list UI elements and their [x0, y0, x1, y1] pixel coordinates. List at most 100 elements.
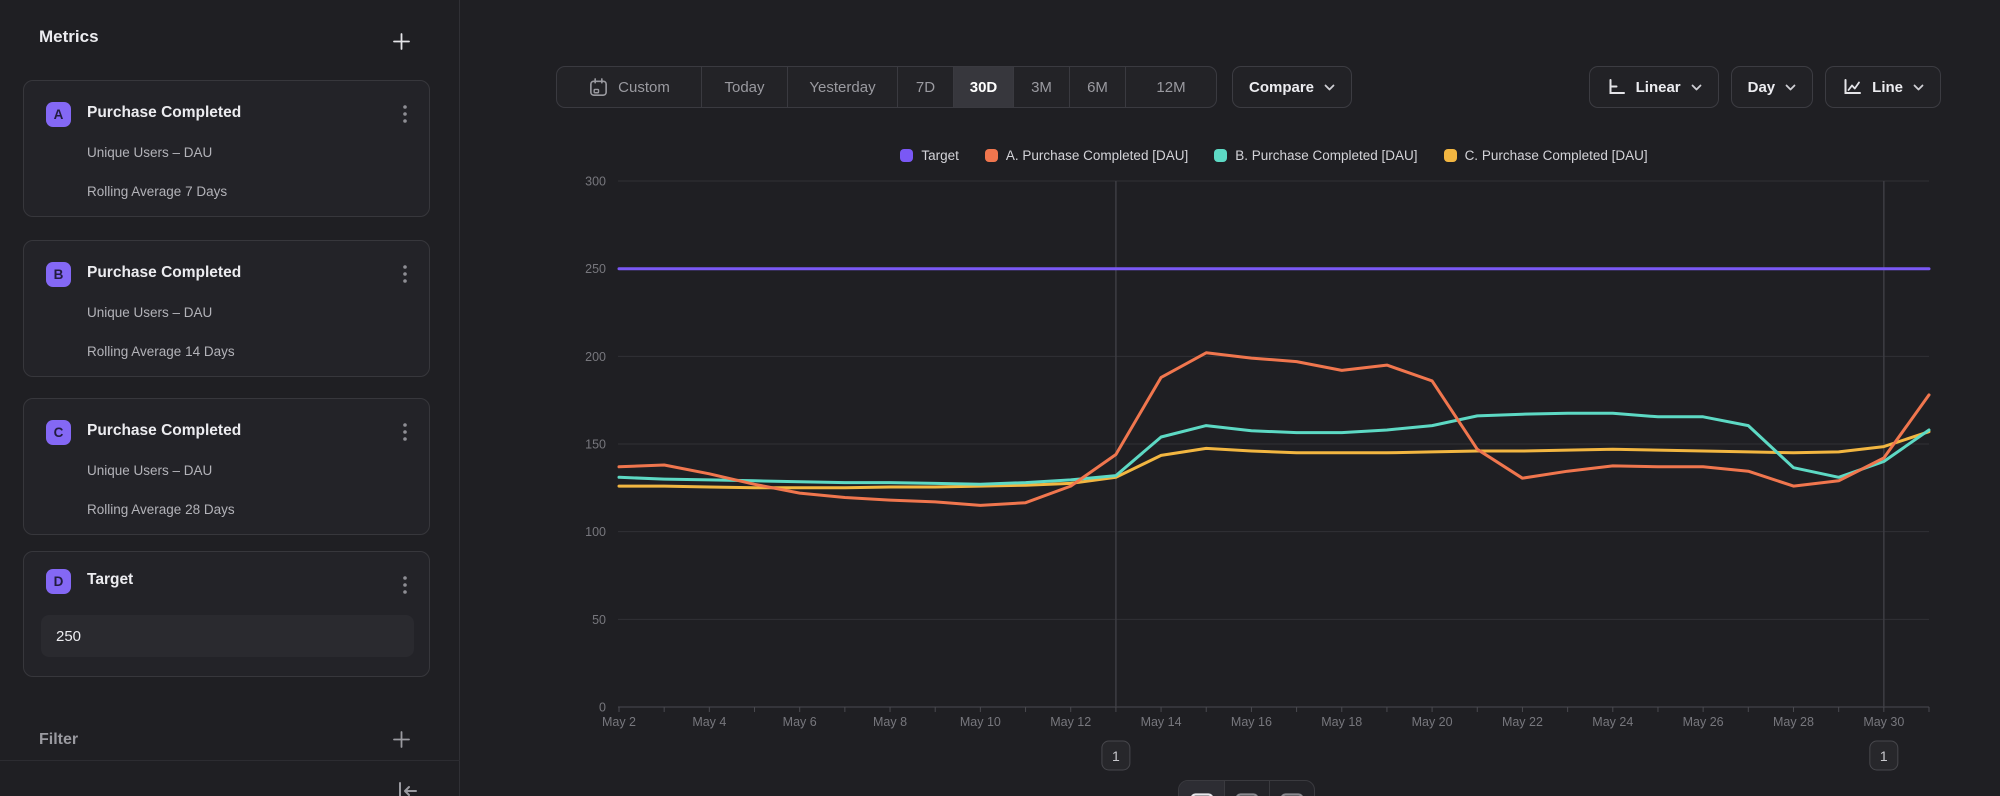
x-axis-tick-label: May 6: [783, 715, 817, 729]
y-axis-tick-label: 50: [592, 613, 606, 627]
time-range-selector: Custom Today Yesterday 7D 30D 3M 6M 12M: [556, 66, 1217, 108]
time-range-12m[interactable]: 12M: [1125, 67, 1216, 107]
y-axis-tick-label: 200: [585, 350, 606, 364]
metric-card-c[interactable]: C Purchase Completed Unique Users – DAU …: [23, 398, 430, 535]
kebab-menu-icon: [403, 104, 407, 124]
y-axis-tick-label: 300: [585, 175, 606, 189]
x-axis-tick-label: May 30: [1863, 715, 1904, 729]
metrics-section-title: Metrics: [39, 27, 99, 47]
time-range-label: 12M: [1156, 79, 1185, 96]
view-toggle-group: [1178, 780, 1315, 796]
metric-event: Unique Users – DAU: [87, 305, 212, 320]
scale-button[interactable]: Linear: [1589, 66, 1719, 108]
metric-view-button[interactable]: [1269, 781, 1314, 796]
time-range-6m[interactable]: 6M: [1069, 67, 1125, 107]
x-axis-tick-label: May 20: [1412, 715, 1453, 729]
chevron-down-icon: [1691, 84, 1702, 91]
x-axis-tick-label: May 4: [692, 715, 726, 729]
x-axis-tick-label: May 28: [1773, 715, 1814, 729]
time-range-label: 7D: [916, 79, 935, 96]
granularity-button[interactable]: Day: [1731, 66, 1814, 108]
collapse-sidebar-button[interactable]: [392, 776, 422, 796]
metric-rollup: Rolling Average 7 Days: [87, 184, 227, 199]
metric-title: Purchase Completed: [87, 264, 241, 282]
chevron-down-icon: [1785, 84, 1796, 91]
metrics-line-chart[interactable]: 0 50 100 150 200 250 300 May 2 May 4 May 6 May 8 Ma…: [540, 135, 1990, 796]
metric-menu-button[interactable]: [391, 97, 419, 131]
annotation-marker[interactable]: 1: [1870, 741, 1898, 770]
compare-button[interactable]: Compare: [1232, 66, 1352, 108]
metric-card-a[interactable]: A Purchase Completed Unique Users – DAU …: [23, 80, 430, 217]
linear-axis-icon: [1606, 78, 1626, 96]
metric-menu-button[interactable]: [391, 257, 419, 291]
x-axis-tick-label: May 10: [960, 715, 1001, 729]
metric-title: Purchase Completed: [87, 422, 241, 440]
add-metric-button[interactable]: [386, 26, 416, 56]
target-value-input[interactable]: [41, 615, 414, 657]
chart-settings-buttons: Linear Day Line: [1589, 66, 1941, 108]
compare-label: Compare: [1249, 79, 1314, 96]
time-range-7d[interactable]: 7D: [897, 67, 953, 107]
y-axis-tick-label: 150: [585, 438, 606, 452]
x-axis-tick-label: May 2: [602, 715, 636, 729]
scale-label: Linear: [1636, 79, 1681, 96]
granularity-label: Day: [1748, 79, 1776, 96]
x-axis-tick-label: May 8: [873, 715, 907, 729]
x-axis-tick-label: May 18: [1321, 715, 1362, 729]
table-view-button[interactable]: [1224, 781, 1269, 796]
line-chart-icon: [1842, 78, 1862, 96]
metric-badge: B: [46, 262, 71, 287]
y-axis-tick-label: 250: [585, 262, 606, 276]
kebab-menu-icon: [403, 575, 407, 595]
time-range-label: Today: [724, 79, 764, 96]
add-filter-button[interactable]: [386, 724, 416, 754]
series-line-b-purchase-completed-dau-: [619, 413, 1929, 484]
annotation-label: 1: [1880, 748, 1888, 764]
kebab-menu-icon: [403, 264, 407, 284]
metric-badge: C: [46, 420, 71, 445]
time-range-yesterday[interactable]: Yesterday: [787, 67, 897, 107]
metric-menu-button[interactable]: [391, 415, 419, 449]
time-range-30d[interactable]: 30D: [953, 67, 1013, 107]
metrics-sidebar: Metrics A Purchase Completed Unique User…: [0, 0, 460, 796]
x-axis-tick-label: May 12: [1050, 715, 1091, 729]
x-axis-tick-label: May 14: [1141, 715, 1182, 729]
target-title: Target: [87, 571, 133, 589]
metric-event: Unique Users – DAU: [87, 463, 212, 478]
chart-container: 0 50 100 150 200 250 300 May 2 May 4 May 6 May 8 Ma…: [540, 135, 1990, 796]
x-axis-tick-label: May 16: [1231, 715, 1272, 729]
line-chart-view-button[interactable]: [1179, 781, 1224, 796]
annotation-marker[interactable]: 1: [1102, 741, 1130, 770]
y-axis-tick-label: 100: [585, 525, 606, 539]
plus-icon: [392, 730, 411, 749]
x-axis-tick-label: May 22: [1502, 715, 1543, 729]
plus-icon: [392, 32, 411, 51]
chevron-down-icon: [1324, 84, 1335, 91]
kebab-menu-icon: [403, 422, 407, 442]
time-range-3m[interactable]: 3M: [1013, 67, 1069, 107]
target-card[interactable]: D Target: [23, 551, 430, 677]
target-menu-button[interactable]: [391, 568, 419, 602]
metric-title: Purchase Completed: [87, 104, 241, 122]
time-range-label: Custom: [618, 79, 670, 96]
sidebar-separator: [0, 760, 460, 761]
time-range-label: 3M: [1031, 79, 1052, 96]
calendar-icon: [588, 77, 609, 98]
metric-badge: A: [46, 102, 71, 127]
app-root: Metrics A Purchase Completed Unique User…: [0, 0, 2000, 796]
time-range-label: 30D: [970, 79, 998, 96]
time-range-custom[interactable]: Custom: [557, 67, 701, 107]
annotation-label: 1: [1112, 748, 1120, 764]
time-range-today[interactable]: Today: [701, 67, 787, 107]
x-axis-tick-label: May 26: [1683, 715, 1724, 729]
metric-card-b[interactable]: B Purchase Completed Unique Users – DAU …: [23, 240, 430, 377]
metric-event: Unique Users – DAU: [87, 145, 212, 160]
y-axis-tick-label: 0: [599, 701, 606, 715]
chart-type-button[interactable]: Line: [1825, 66, 1941, 108]
metric-badge: D: [46, 569, 71, 594]
series-line-c-purchase-completed-dau-: [619, 432, 1929, 488]
time-range-label: 6M: [1087, 79, 1108, 96]
collapse-sidebar-icon: [395, 779, 419, 796]
metric-rollup: Rolling Average 14 Days: [87, 344, 235, 359]
chart-type-label: Line: [1872, 79, 1903, 96]
